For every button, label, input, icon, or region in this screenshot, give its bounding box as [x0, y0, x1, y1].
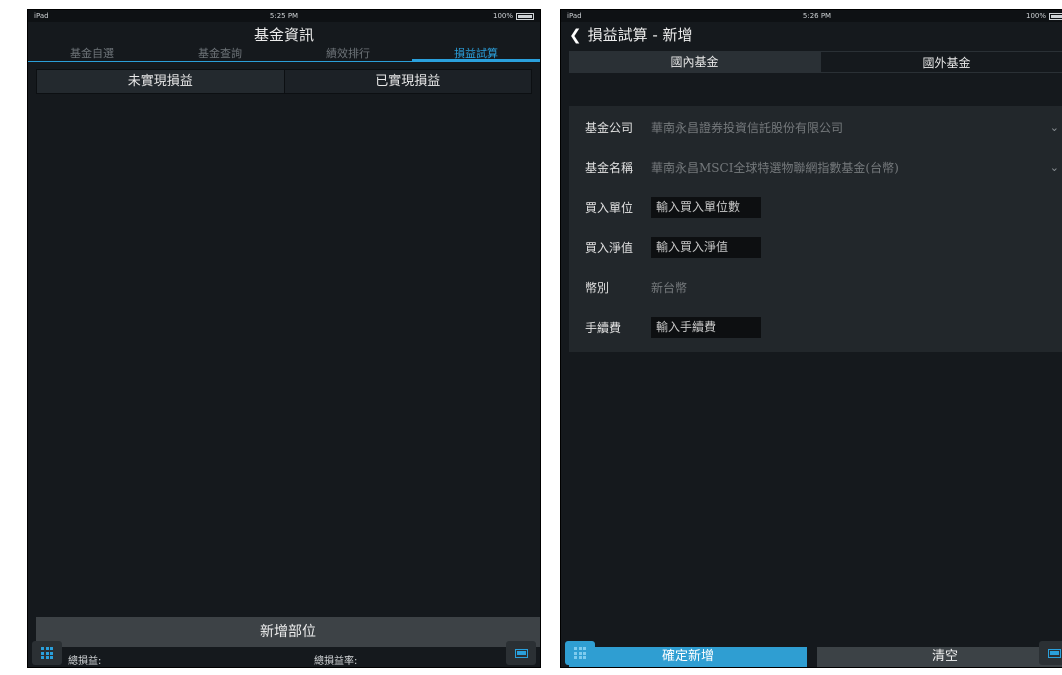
fund-info-screen: iPad 5:25 PM 100% 基金資訊 基金自選 基金查詢 績效排行 損益… [27, 9, 541, 668]
battery-indicator: 100% [1026, 12, 1062, 20]
buy-units-row: 買入單位 輸入買入單位數 [569, 192, 1062, 222]
tab-fund-search[interactable]: 基金查詢 [156, 47, 284, 61]
battery-indicator: 100% [493, 12, 534, 20]
buy-nav-row: 買入淨值 輸入買入淨值 [569, 232, 1062, 262]
fund-type-segment: 國內基金 國外基金 [569, 51, 1062, 73]
screen-icon [1047, 648, 1061, 658]
fee-row: 手續費 輸入手續費 [569, 312, 1062, 342]
segment-realized[interactable]: 已實現損益 [283, 70, 532, 93]
battery-icon [516, 12, 534, 20]
pl-segment-control: 未實現損益 已實現損益 [36, 69, 532, 94]
total-rate-label: 總損益率: [314, 656, 358, 667]
device-label: iPad [34, 12, 49, 20]
fund-name-label: 基金名稱 [585, 160, 634, 175]
buy-nav-input[interactable]: 輸入買入淨值 [651, 236, 761, 258]
currency-label: 幣別 [585, 280, 610, 295]
fund-company-value: 華南永昌證券投資信託股份有限公司 [651, 120, 844, 135]
chevron-down-icon: ⌄ [1049, 160, 1059, 174]
status-time: 5:26 PM [802, 12, 832, 20]
screen-toggle-button[interactable] [506, 641, 536, 665]
menu-grid-button[interactable] [32, 641, 62, 665]
fee-input[interactable]: 輸入手續費 [651, 316, 761, 338]
status-time: 5:25 PM [269, 12, 299, 20]
pl-add-screen: iPad 5:26 PM 100% ❮ 損益試算 - 新增 國內基金 國外基金 … [560, 9, 1062, 668]
fund-company-row[interactable]: 基金公司 華南永昌證券投資信託股份有限公司 ⌄ [569, 112, 1062, 142]
device-label: iPad [567, 12, 582, 20]
confirm-add-button[interactable]: 確定新增 [569, 647, 807, 667]
fund-name-value: 華南永昌MSCI全球特選物聯網指數基金(台幣) [651, 160, 899, 175]
pl-form: 基金公司 華南永昌證券投資信託股份有限公司 ⌄ 基金名稱 華南永昌MSCI全球特… [569, 106, 1062, 352]
screen-toggle-button[interactable] [1039, 641, 1062, 665]
currency-value: 新台幣 [651, 280, 688, 295]
chevron-down-icon: ⌄ [1049, 120, 1059, 134]
tab-bar: 基金自選 基金查詢 績效排行 損益試算 [28, 47, 540, 62]
position-list [28, 117, 540, 617]
tab-performance-ranking[interactable]: 績效排行 [284, 47, 412, 61]
segment-unrealized[interactable]: 未實現損益 [37, 70, 284, 93]
buy-units-input[interactable]: 輸入買入單位數 [651, 196, 761, 218]
tab-favorites[interactable]: 基金自選 [28, 47, 156, 61]
nav-bar: ❮ 損益試算 - 新增 [561, 22, 1062, 47]
status-bar: iPad 5:25 PM 100% [28, 10, 540, 22]
status-bar: iPad 5:26 PM 100% [561, 10, 1062, 22]
clear-button[interactable]: 清空 [817, 647, 1062, 667]
page-title: 基金資訊 [28, 22, 540, 47]
segment-foreign-fund[interactable]: 國外基金 [820, 51, 1062, 73]
screen-icon [514, 648, 528, 658]
chevron-left-icon[interactable]: ❮ [569, 26, 582, 44]
page-title: 損益試算 - 新增 [587, 26, 693, 44]
battery-icon [1049, 12, 1062, 20]
grid-icon [574, 647, 586, 659]
summary-bar: 總損益: 總損益率: [28, 641, 540, 667]
fund-name-row[interactable]: 基金名稱 華南永昌MSCI全球特選物聯網指數基金(台幣) ⌄ [569, 152, 1062, 182]
fee-label: 手續費 [585, 320, 622, 335]
currency-row: 幣別 新台幣 [569, 272, 1062, 302]
segment-domestic-fund[interactable]: 國內基金 [569, 51, 820, 73]
grid-icon [41, 647, 53, 659]
add-position-button[interactable]: 新增部位 [36, 617, 540, 647]
menu-grid-button[interactable] [565, 641, 595, 665]
action-bar: 確定新增 清空 [561, 641, 1062, 667]
buy-nav-label: 買入淨值 [585, 240, 634, 255]
fund-company-label: 基金公司 [585, 120, 634, 135]
tab-pl-calculator[interactable]: 損益試算 [412, 47, 540, 62]
total-pl-label: 總損益: [68, 656, 102, 667]
buy-units-label: 買入單位 [585, 200, 634, 215]
